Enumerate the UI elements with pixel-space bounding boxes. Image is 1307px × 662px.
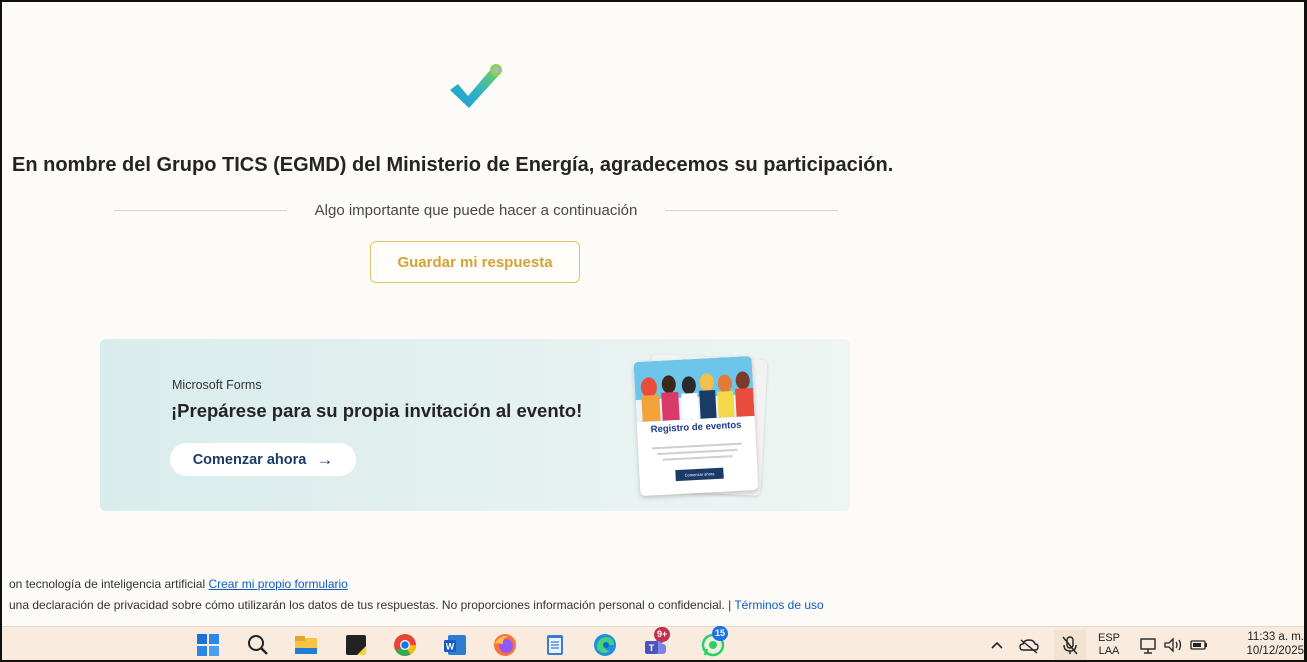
create-form-link[interactable]: Crear mi propio formulario	[208, 577, 347, 591]
card-text-line	[657, 448, 738, 456]
network-icon[interactable]	[1138, 632, 1160, 658]
start-icon[interactable]	[195, 632, 221, 658]
battery-icon[interactable]	[1188, 632, 1210, 658]
next-step-divider: Algo importante que puede hacer a contin…	[114, 198, 839, 222]
svg-text:W: W	[446, 642, 455, 652]
microphone-muted-icon	[1062, 636, 1078, 655]
cloud-offline-icon[interactable]	[1018, 632, 1040, 658]
edge-icon[interactable]	[592, 632, 618, 658]
event-registration-card-illustration: Registro de eventos Comenzar ahora	[633, 356, 759, 496]
teams-notification-badge: 9+	[654, 627, 671, 642]
ai-disclaimer: on tecnología de inteligencia artificial…	[9, 577, 348, 591]
card-text-line	[662, 455, 733, 461]
keyboard-layout: LAA	[1098, 645, 1120, 657]
input-language-indicator[interactable]: ESP LAA	[1096, 632, 1122, 658]
terms-of-use-link[interactable]: Términos de uso	[734, 598, 823, 612]
clock-date: 10/12/2025	[1246, 645, 1304, 657]
checkmark-icon	[450, 64, 502, 108]
divider-line-left	[114, 209, 287, 211]
divider-line-right	[665, 209, 839, 211]
notepad-icon[interactable]	[542, 632, 568, 658]
privacy-text: una declaración de privacidad sobre cómo…	[9, 598, 732, 612]
chevron-up-icon[interactable]	[988, 632, 1006, 658]
next-step-text: Algo importante que puede hacer a contin…	[314, 201, 638, 219]
forms-thank-you-page: En nombre del Grupo TICS (EGMD) del Mini…	[2, 2, 1304, 626]
save-response-button[interactable]: Guardar mi respuesta	[370, 241, 580, 283]
teams-app[interactable]: T 9+	[642, 627, 671, 658]
card-start-button: Comenzar ahora	[675, 467, 724, 482]
file-explorer-icon[interactable]	[293, 632, 319, 658]
privacy-disclaimer: una declaración de privacidad sobre cómo…	[9, 598, 824, 612]
people-illustration	[633, 356, 755, 423]
promo-headline: ¡Prepárese para su propia invitación al …	[171, 400, 583, 421]
whatsapp-app[interactable]: 15	[700, 626, 729, 658]
event-invitation-promo: Microsoft Forms ¡Prepárese para su propi…	[100, 339, 850, 511]
clock-time: 11:33 a. m.	[1247, 631, 1304, 643]
chrome-icon[interactable]	[392, 632, 418, 658]
clock[interactable]: 11:33 a. m. 10/12/2025	[1230, 630, 1304, 658]
thank-you-message: En nombre del Grupo TICS (EGMD) del Mini…	[12, 154, 894, 176]
card-title: Registro de eventos	[650, 419, 742, 436]
sticky-notes-icon[interactable]	[343, 632, 369, 658]
search-icon[interactable]	[245, 632, 271, 658]
firefox-icon[interactable]	[492, 632, 518, 658]
arrow-right-icon: →	[316, 449, 334, 469]
promo-brand: Microsoft Forms	[172, 378, 262, 392]
volume-icon[interactable]	[1162, 632, 1184, 658]
svg-text:T: T	[649, 643, 655, 653]
start-now-button[interactable]: Comenzar ahora →	[170, 443, 356, 476]
word-icon[interactable]: W	[442, 632, 468, 658]
mic-muted-button[interactable]	[1054, 630, 1086, 660]
ai-disclaimer-text: on tecnología de inteligencia artificial	[9, 577, 206, 591]
whatsapp-notification-badge: 15	[712, 626, 729, 641]
start-now-label: Comenzar ahora	[192, 451, 307, 468]
windows-taskbar: W T 9+ 15 ESP LAA 11:33 a. m. 10/12/2025	[2, 626, 1304, 660]
language-code: ESP	[1097, 632, 1120, 644]
